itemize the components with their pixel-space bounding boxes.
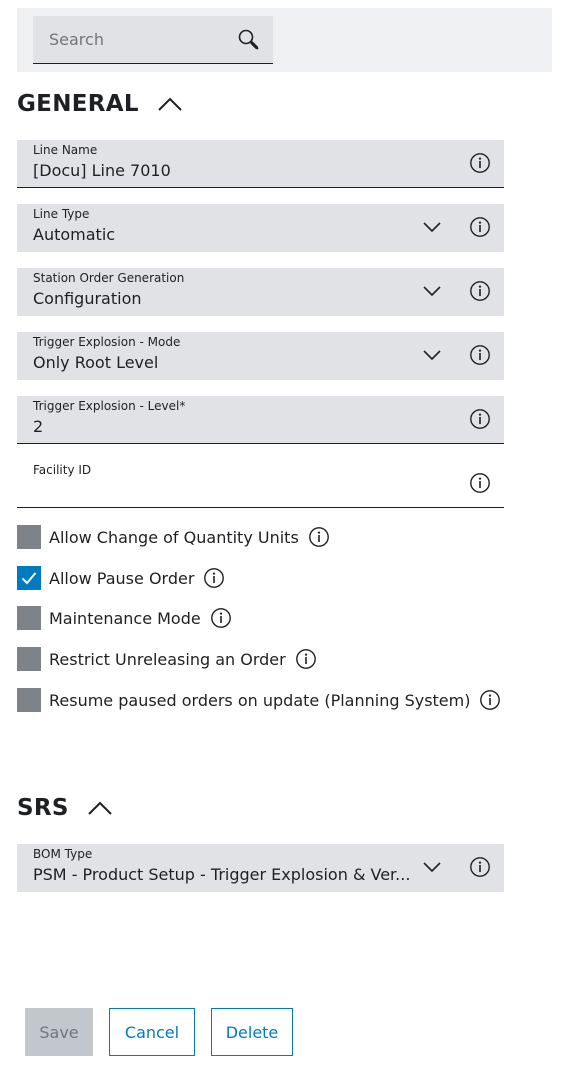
info-icon[interactable] [469, 856, 491, 878]
field-label: Facility ID [33, 463, 92, 477]
station-order-generation-select[interactable]: Station Order Generation Configuration [17, 268, 504, 316]
checkbox-label: Maintenance Mode [49, 608, 201, 628]
trigger-explosion-mode-select[interactable]: Trigger Explosion - Mode Only Root Level [17, 332, 504, 380]
chevron-down-icon[interactable] [421, 856, 443, 878]
chevron-down-icon[interactable] [421, 280, 443, 302]
checkbox-label: Allow Change of Quantity Units [49, 527, 299, 547]
info-icon[interactable] [469, 344, 491, 366]
info-icon[interactable] [479, 689, 501, 711]
field-label: BOM Type [33, 847, 93, 861]
field-label: Station Order Generation [33, 271, 185, 285]
info-icon[interactable] [203, 567, 225, 589]
allow-pause-order-checkbox[interactable] [17, 566, 41, 590]
srs-section-header[interactable]: SRS [17, 795, 113, 821]
info-icon[interactable] [308, 526, 330, 548]
maintenance-mode-checkbox[interactable] [17, 606, 41, 630]
bom-type-select[interactable]: BOM Type PSM - Product Setup - Trigger E… [17, 844, 504, 892]
trigger-explosion-level-input[interactable]: 2 [33, 417, 43, 436]
search-input[interactable] [33, 16, 233, 63]
restrict-unreleasing-order-row: Restrict Unreleasing an Order [17, 647, 317, 671]
chevron-up-icon[interactable] [87, 795, 113, 821]
search-box[interactable] [33, 16, 273, 64]
field-label: Line Name [33, 143, 98, 157]
info-icon[interactable] [295, 648, 317, 670]
info-icon[interactable] [469, 472, 491, 494]
chevron-down-icon[interactable] [421, 344, 443, 366]
restrict-unreleasing-order-checkbox[interactable] [17, 647, 41, 671]
chevron-down-icon[interactable] [421, 216, 443, 238]
allow-change-quantity-units-checkbox[interactable] [17, 525, 41, 549]
search-bar [17, 8, 552, 72]
checkbox-label: Resume paused orders on update (Planning… [49, 690, 471, 710]
cancel-button[interactable]: Cancel [109, 1008, 195, 1056]
bom-type-value: PSM - Product Setup - Trigger Explosion … [33, 865, 411, 884]
facility-id-field[interactable]: Facility ID [17, 460, 504, 508]
field-label: Trigger Explosion - Level* [33, 399, 186, 413]
info-icon[interactable] [469, 216, 491, 238]
maintenance-mode-row: Maintenance Mode [17, 606, 232, 630]
station-order-generation-value: Configuration [33, 289, 142, 308]
checkmark-icon [21, 572, 37, 585]
line-name-input[interactable]: [Docu] Line 7010 [33, 161, 171, 180]
info-icon[interactable] [469, 152, 491, 174]
field-label: Line Type [33, 207, 90, 221]
allow-change-quantity-units-row: Allow Change of Quantity Units [17, 525, 330, 549]
search-icon[interactable] [237, 28, 261, 52]
trigger-explosion-level-field[interactable]: Trigger Explosion - Level* 2 [17, 396, 504, 444]
chevron-up-icon[interactable] [157, 91, 183, 117]
line-name-field[interactable]: Line Name [Docu] Line 7010 [17, 140, 504, 188]
info-icon[interactable] [469, 280, 491, 302]
line-type-select[interactable]: Line Type Automatic [17, 204, 504, 252]
allow-pause-order-row: Allow Pause Order [17, 566, 225, 590]
delete-button[interactable]: Delete [211, 1008, 293, 1056]
trigger-explosion-mode-value: Only Root Level [33, 353, 159, 372]
checkbox-label: Allow Pause Order [49, 568, 195, 588]
info-icon[interactable] [210, 607, 232, 629]
field-label: Trigger Explosion - Mode [33, 335, 181, 349]
line-type-value: Automatic [33, 225, 116, 244]
general-section-title: GENERAL [17, 91, 139, 117]
checkbox-label: Restrict Unreleasing an Order [49, 649, 286, 669]
general-section-header[interactable]: GENERAL [17, 91, 183, 117]
resume-paused-orders-checkbox[interactable] [17, 688, 41, 712]
line-settings-panel: GENERAL Line Name [Docu] Line 7010 Line … [0, 0, 571, 1081]
resume-paused-orders-row: Resume paused orders on update (Planning… [17, 688, 501, 712]
save-button[interactable]: Save [25, 1008, 93, 1056]
srs-section-title: SRS [17, 795, 69, 821]
info-icon[interactable] [469, 408, 491, 430]
